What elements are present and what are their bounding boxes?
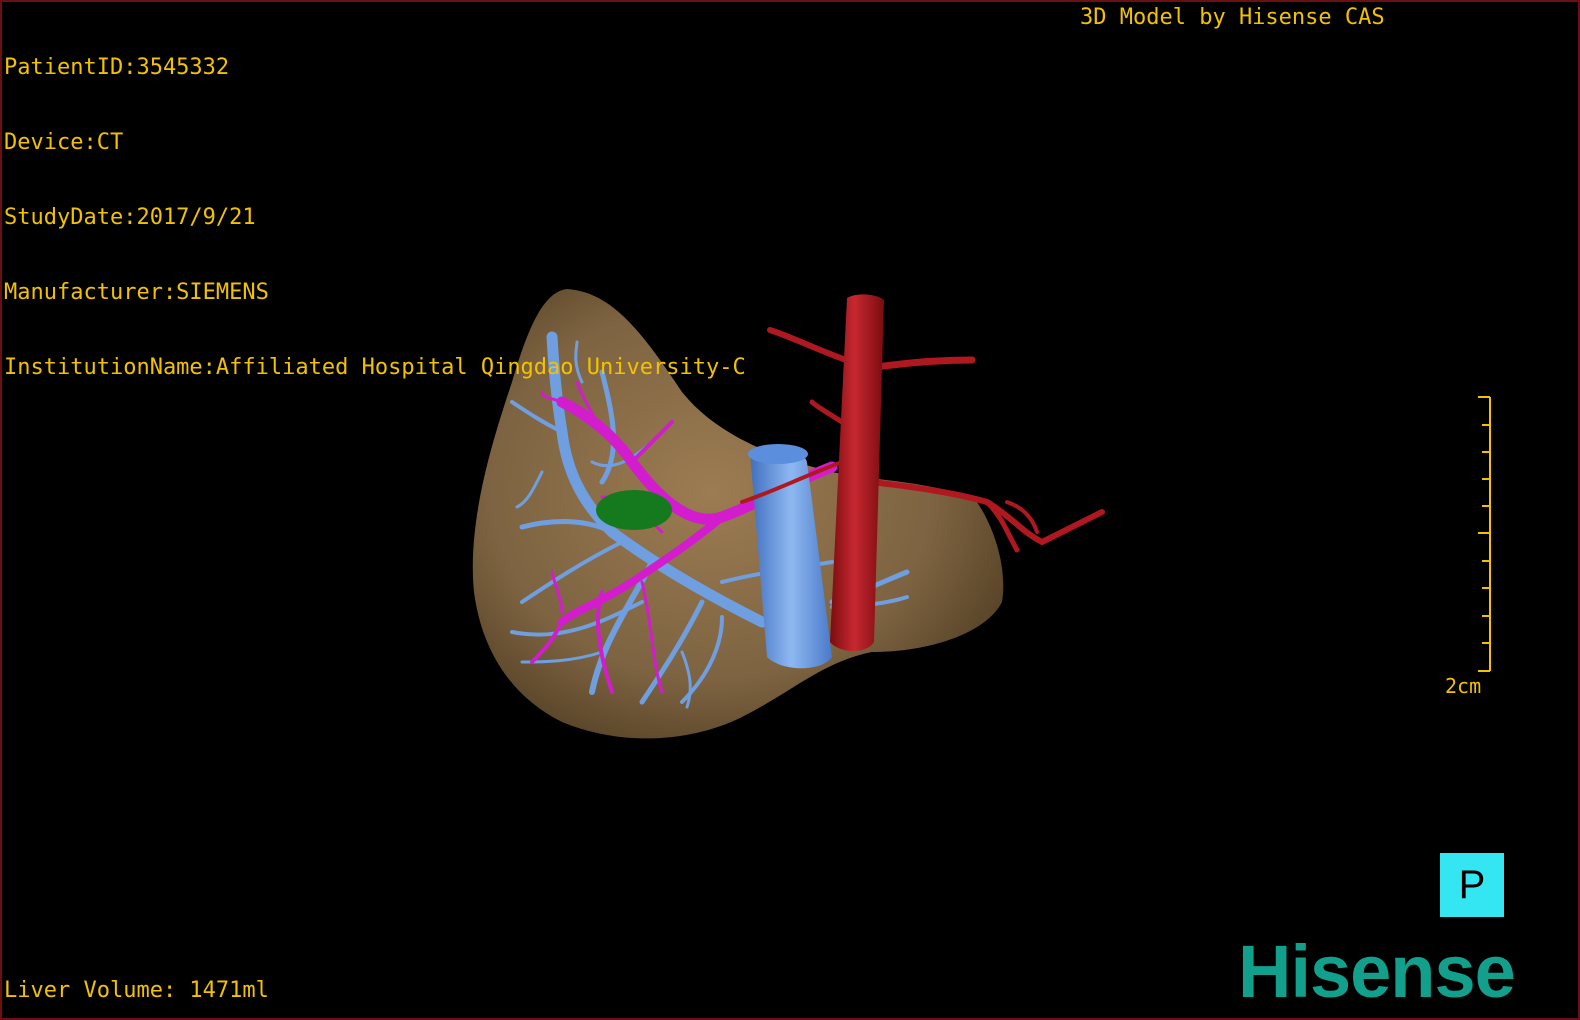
- device-text: Device:CT: [4, 130, 124, 155]
- hisense-logo: Hisense: [1238, 930, 1516, 1013]
- model-credit-text: 3D Model by Hisense CAS: [1080, 5, 1385, 30]
- scale-ruler-icon: [1478, 396, 1491, 672]
- study-date-text: StudyDate:2017/9/21: [4, 205, 256, 230]
- scale-label: 2cm: [1445, 674, 1482, 698]
- manufacturer-text: Manufacturer:SIEMENS: [4, 280, 269, 305]
- institution-text: InstitutionName:Affiliated Hospital Qing…: [4, 355, 746, 380]
- liver-volume-text: Liver Volume: 1471ml: [4, 978, 269, 1003]
- patient-id-text: PatientID:3545332: [4, 55, 230, 80]
- orientation-cube-icon[interactable]: P: [1440, 853, 1504, 917]
- 3d-viewport[interactable]: PatientID:3545332 Device:CT StudyDate:20…: [0, 0, 1580, 1020]
- patient-info-overlay: PatientID:3545332 Device:CT StudyDate:20…: [4, 5, 746, 430]
- lesion-model: [596, 490, 672, 530]
